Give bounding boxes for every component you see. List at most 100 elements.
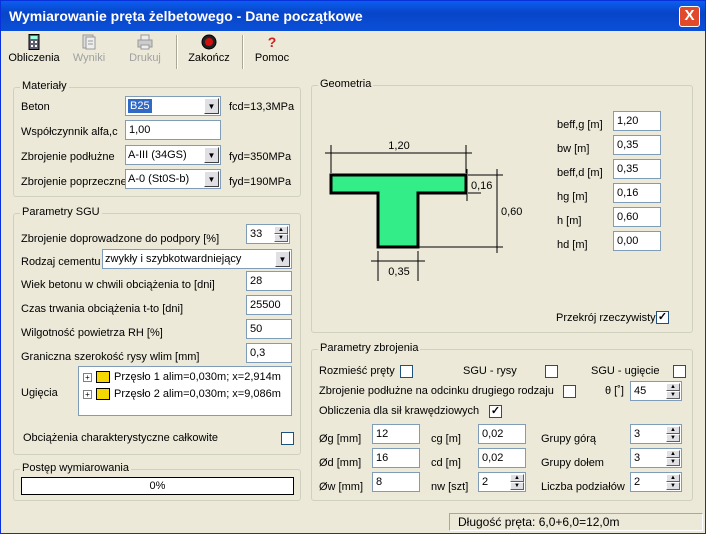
materialy-caption: Materiały bbox=[20, 80, 69, 92]
expand-icon[interactable]: + bbox=[83, 389, 92, 399]
alfa-input[interactable]: 1,00 bbox=[125, 120, 221, 140]
ow-label: Øw [mm] bbox=[319, 481, 363, 493]
toolbar: Obliczenia Wyniki Drukuj Zakończ ? Pomoc bbox=[1, 31, 705, 75]
geometria-field-label: bw [m] bbox=[557, 143, 590, 155]
chevron-down-icon[interactable]: ▼ bbox=[204, 147, 219, 163]
cement-label: Rodzaj cementu bbox=[21, 256, 101, 268]
podzialow-stepper[interactable]: 2 ▲ ▼ bbox=[630, 472, 682, 492]
dolem-stepper[interactable]: 3 ▲ ▼ bbox=[630, 448, 682, 468]
zbrojenie-podpory-label: Zbrojenie doprowadzone do podpory [%] bbox=[21, 233, 220, 245]
tree-item-przeslo-1[interactable]: + Przęsło 1 alim=0,030m; x=2,914m bbox=[83, 370, 281, 386]
cement-select[interactable]: zwykły i szybkotwardniejący ▼ bbox=[102, 249, 292, 269]
wiek-label: Wiek betonu w chwili obciążenia to [dni] bbox=[21, 279, 215, 291]
theta-label: θ [˚] bbox=[605, 385, 624, 397]
spin-arrows[interactable]: ▲ ▼ bbox=[666, 474, 680, 490]
spin-arrows[interactable]: ▲ ▼ bbox=[510, 474, 524, 490]
fyd1-label: fyd=350MPa bbox=[229, 151, 292, 163]
pomoc-label: Pomoc bbox=[254, 52, 290, 64]
ow-input[interactable]: 8 bbox=[372, 472, 420, 492]
gora-stepper[interactable]: 3 ▲ ▼ bbox=[630, 424, 682, 444]
podzialow-value: 2 bbox=[634, 476, 641, 488]
beton-select[interactable]: B25 ▼ bbox=[125, 96, 221, 116]
obliczenia-button[interactable]: Obliczenia bbox=[5, 34, 63, 72]
rozmiesc-checkbox[interactable] bbox=[400, 365, 413, 378]
dim-web-label: 0,35 bbox=[388, 266, 409, 278]
toolbar-separator bbox=[242, 35, 244, 69]
tree-item-przeslo-2[interactable]: + Przęsło 2 alim=0,030m; x=9,086m bbox=[83, 387, 281, 403]
chevron-down-icon[interactable]: ▼ bbox=[204, 171, 219, 187]
geometria-caption: Geometria bbox=[318, 78, 374, 90]
geometria-field-label: h [m] bbox=[557, 215, 582, 227]
zbrojenie-podluzne-select[interactable]: A-III (34GS) ▼ bbox=[125, 145, 221, 165]
dolem-value: 3 bbox=[634, 452, 641, 464]
tree-item-label: Przęsło 1 alim=0,030m; x=2,914m bbox=[114, 371, 281, 383]
dolem-label: Grupy dołem bbox=[541, 457, 604, 469]
wyniki-button[interactable]: Wyniki bbox=[69, 34, 109, 72]
chevron-down-icon[interactable]: ▼ bbox=[275, 251, 290, 267]
od-input[interactable]: 16 bbox=[372, 448, 420, 468]
dim-top-label: 1,20 bbox=[388, 140, 409, 152]
spin-arrows[interactable]: ▲ ▼ bbox=[274, 226, 288, 242]
calculator-icon bbox=[28, 34, 40, 50]
title-bar: Wymiarowanie pręta żelbetowego - Dane po… bbox=[1, 1, 705, 31]
zbrojenie-poprzeczne-select[interactable]: A-0 (St0S-b) ▼ bbox=[125, 169, 221, 189]
zakoncz-button[interactable]: Zakończ bbox=[185, 34, 233, 72]
drukuj-button[interactable]: Drukuj bbox=[123, 34, 167, 72]
postep-caption: Postęp wymiarowania bbox=[20, 462, 131, 474]
t-section-shape bbox=[329, 173, 468, 249]
spin-arrows[interactable]: ▲ ▼ bbox=[666, 450, 680, 466]
spin-arrows[interactable]: ▲ ▼ bbox=[666, 426, 680, 442]
zbrojenie-caption: Parametry zbrojenia bbox=[318, 342, 421, 354]
rysa-input[interactable]: 0,3 bbox=[246, 343, 292, 363]
window-title: Wymiarowanie pręta żelbetowego - Dane po… bbox=[9, 8, 363, 24]
podluzne-label: Zbrojenie podłużne bbox=[21, 151, 115, 163]
zbrojenie-podpory-stepper[interactable]: 33 ▲ ▼ bbox=[246, 224, 290, 244]
theta-stepper[interactable]: 45 ▲ ▼ bbox=[630, 381, 682, 401]
spin-arrows[interactable]: ▲ ▼ bbox=[666, 383, 680, 399]
czas-input[interactable]: 25500 bbox=[246, 295, 292, 315]
geometria-field-input[interactable]: 1,20 bbox=[613, 111, 661, 131]
nw-label: nw [szt] bbox=[431, 481, 469, 493]
sgu-ugiecie-checkbox[interactable] bbox=[673, 365, 686, 378]
help-icon: ? bbox=[267, 34, 277, 50]
chevron-down-icon[interactable]: ▼ bbox=[204, 98, 219, 114]
dialog-window: Wymiarowanie pręta żelbetowego - Dane po… bbox=[0, 0, 706, 534]
odcinek-checkbox[interactable] bbox=[563, 385, 576, 398]
geometria-field-label: hd [m] bbox=[557, 239, 588, 251]
cement-value: zwykły i szybkotwardniejący bbox=[105, 253, 242, 265]
zakoncz-label: Zakończ bbox=[188, 52, 230, 64]
sgu-rysy-checkbox[interactable] bbox=[545, 365, 558, 378]
cd-label: cd [m] bbox=[431, 457, 461, 469]
wiek-input[interactable]: 28 bbox=[246, 271, 292, 291]
nw-value: 2 bbox=[482, 476, 489, 488]
wilgotnosc-input[interactable]: 50 bbox=[246, 319, 292, 339]
cg-input[interactable]: 0,02 bbox=[478, 424, 526, 444]
geometria-field-label: hg [m] bbox=[557, 191, 588, 203]
og-input[interactable]: 12 bbox=[372, 424, 420, 444]
results-icon bbox=[82, 34, 96, 50]
nw-stepper[interactable]: 2 ▲ ▼ bbox=[478, 472, 526, 492]
geometria-field-input[interactable]: 0,60 bbox=[613, 207, 661, 227]
obciazenia-char-checkbox[interactable] bbox=[281, 432, 294, 445]
geometria-field-input[interactable]: 0,16 bbox=[613, 183, 661, 203]
przekroj-checkbox[interactable]: ✓ bbox=[656, 311, 669, 324]
podluzne-value: A-III (34GS) bbox=[128, 149, 187, 161]
ugiecia-tree[interactable]: + Przęsło 1 alim=0,030m; x=2,914m + Przęsł… bbox=[78, 366, 292, 416]
sily-label: Obliczenia dla sił krawędziowych bbox=[319, 405, 480, 417]
ugiecia-label: Ugięcia bbox=[21, 387, 58, 399]
expand-icon[interactable]: + bbox=[83, 372, 92, 382]
geometria-field-input[interactable]: 0,35 bbox=[613, 135, 661, 155]
tree-item-label: Przęsło 2 alim=0,030m; x=9,086m bbox=[114, 388, 281, 400]
sgu-caption: Parametry SGU bbox=[20, 206, 102, 218]
podzialow-label: Liczba podziałów bbox=[541, 481, 625, 493]
pomoc-button[interactable]: ? Pomoc bbox=[251, 34, 293, 72]
close-button[interactable]: X bbox=[679, 6, 700, 27]
cd-input[interactable]: 0,02 bbox=[478, 448, 526, 468]
dim-height-label: 0,60 bbox=[501, 206, 522, 218]
sily-checkbox[interactable]: ✓ bbox=[489, 405, 502, 418]
geometria-field-input[interactable]: 0,35 bbox=[613, 159, 661, 179]
cg-label: cg [m] bbox=[431, 433, 461, 445]
geometria-field-input[interactable]: 0,00 bbox=[613, 231, 661, 251]
geometria-field-label: beff,g [m] bbox=[557, 119, 603, 131]
sgu-ugiecie-label: SGU - ugięcie bbox=[591, 365, 660, 377]
